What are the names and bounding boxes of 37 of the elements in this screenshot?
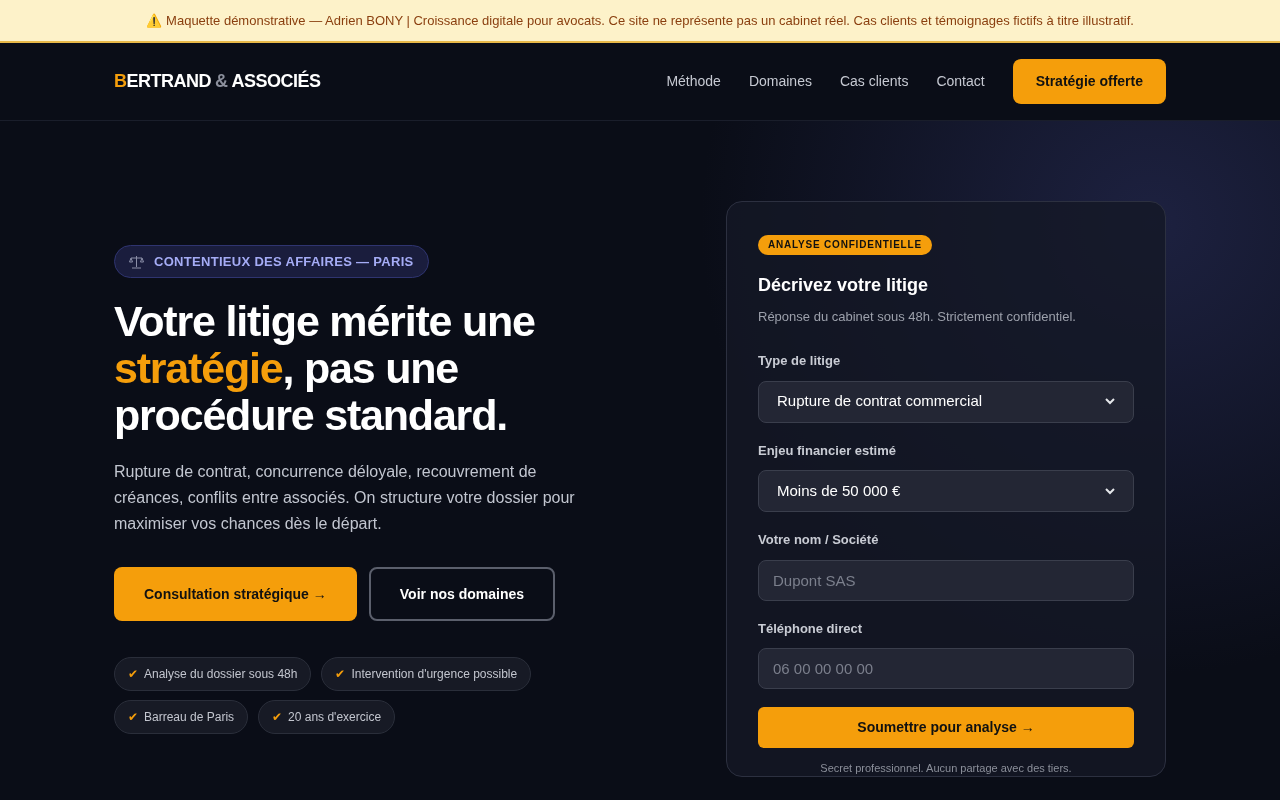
submit-button[interactable]: Soumettre pour analyse → <box>758 707 1134 748</box>
banner-text: Maquette démonstrative — Adrien BONY | Croissance digitale pour avocats. Ce site ne représente pas un cabinet réel. Cas clients et témoignages fictifs à titre illustratif. <box>166 11 1134 30</box>
input-field[interactable]: 06 00 00 00 00 <box>758 648 1134 690</box>
field-label: Type de litige <box>758 352 842 371</box>
feature-badge: ✔ 20 ans d'exercice <box>258 700 396 734</box>
nav-link[interactable]: Méthode <box>666 71 721 92</box>
hero-headline: Votre litige mérite une stratégie, pas une procédure standard. <box>114 298 536 439</box>
logo[interactable]: BERTRAND & ASSOCIÉS <box>114 68 321 95</box>
nav-link[interactable]: Domaines <box>748 71 812 92</box>
check-icon: ✔ <box>128 708 138 726</box>
select-field[interactable]: Rupture de contrat commercial <box>758 380 1134 423</box>
field-label: Enjeu financier estimé <box>758 441 897 460</box>
input-field[interactable]: Dupont SAS <box>758 559 1134 601</box>
field-label: Téléphone direct <box>758 619 864 638</box>
feature-badge: ✔ Analyse du dossier sous 48h <box>114 657 312 691</box>
feature-badge: ✔ Intervention d'urgence possible <box>321 657 532 691</box>
nav-link[interactable]: Contact <box>936 71 985 92</box>
feature-badge: ✔ Barreau de Paris <box>114 700 249 734</box>
nav-link[interactable]: Cas clients <box>839 71 909 92</box>
category-tag: CONTENTIEUX DES AFFAIRES — PARIS <box>114 245 429 278</box>
check-icon: ✔ <box>128 665 138 683</box>
chevron-down-icon <box>1105 487 1115 495</box>
warning-icon: ⚠ <box>146 10 163 31</box>
form-title: Décrivez votre litige <box>758 273 930 297</box>
field-label: Votre nom / Société <box>758 531 880 550</box>
chevron-down-icon <box>1105 398 1115 406</box>
form-subtitle: Réponse du cabinet sous 48h. Strictement confidentiel. <box>758 307 1077 326</box>
check-icon: ✔ <box>272 708 283 726</box>
form-badge: ANALYSE CONFIDENTIELLE <box>758 235 932 255</box>
select-field[interactable]: Moins de 50 000 € <box>758 470 1134 513</box>
hero-description: Rupture de contrat, concurrence déloyale, recouvrement de créances, conflits entre associés. On structure votre dossier pour maximiser vos chances dès le départ. <box>114 462 576 534</box>
check-icon: ✔ <box>335 665 346 683</box>
domains-button[interactable]: Voir nos domaines <box>368 567 555 621</box>
cta-button[interactable]: Stratégie offerte <box>1012 59 1166 104</box>
consultation-button[interactable]: Consultation stratégique → <box>114 567 357 621</box>
privacy-note: Secret professionnel. Aucun partage avec des tiers. <box>819 760 1073 776</box>
scales-icon <box>129 254 144 269</box>
